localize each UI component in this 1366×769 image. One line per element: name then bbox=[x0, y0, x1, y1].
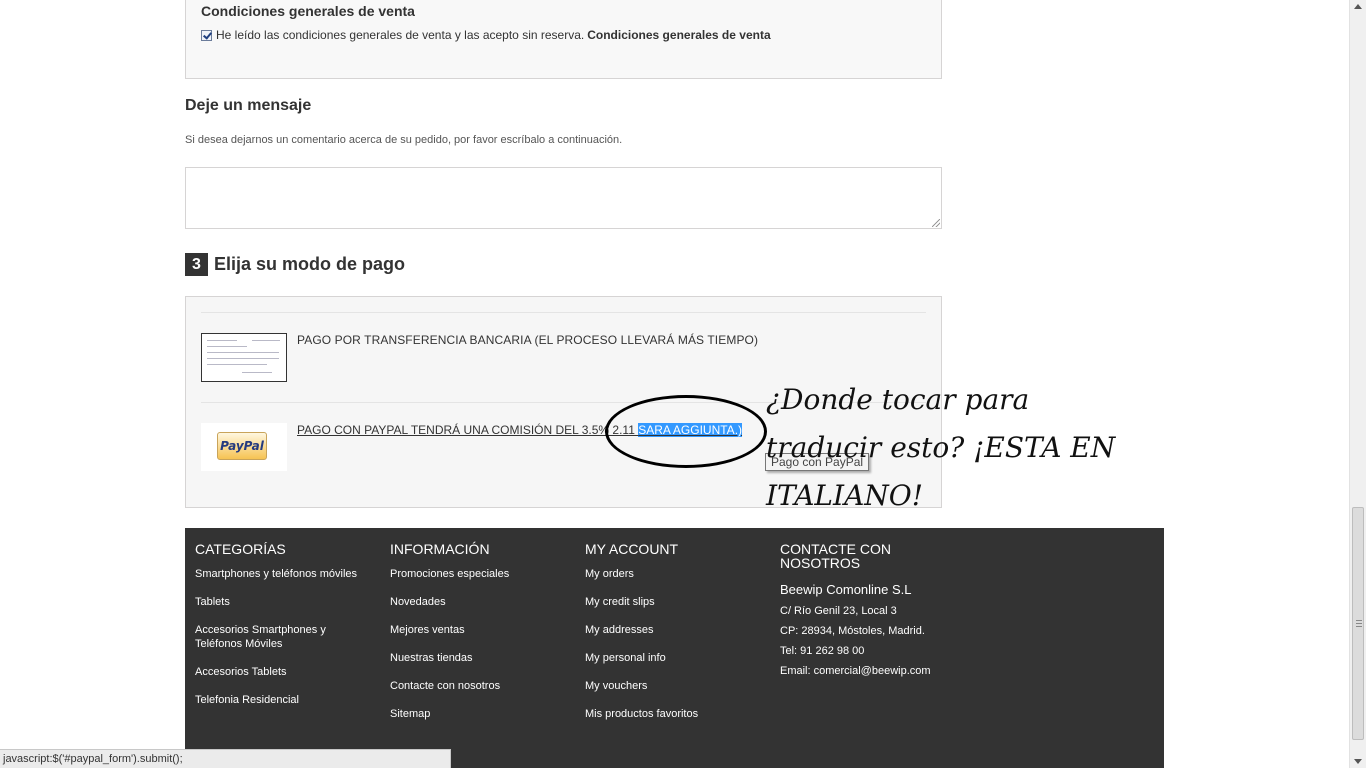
page-scrollbar[interactable] bbox=[1349, 0, 1366, 768]
footer-link[interactable]: Tablets bbox=[195, 595, 375, 609]
footer-account: MY ACCOUNT My orders My credit slips My … bbox=[585, 542, 765, 721]
footer-account-title: MY ACCOUNT bbox=[585, 541, 679, 557]
footer-link[interactable]: My vouchers bbox=[585, 679, 765, 693]
terms-title: Condiciones generales de venta bbox=[201, 3, 415, 19]
resize-grip-icon[interactable] bbox=[932, 219, 940, 227]
footer-categories-title: CATEGORÍAS bbox=[195, 541, 286, 557]
scrollbar-thumb[interactable] bbox=[1352, 507, 1364, 740]
footer-link[interactable]: Telefonia Residencial bbox=[195, 693, 375, 707]
footer-link[interactable]: Mis productos favoritos bbox=[585, 707, 765, 721]
terms-link[interactable]: Condiciones generales de venta bbox=[587, 28, 770, 42]
scroll-down-icon[interactable] bbox=[1354, 759, 1362, 764]
annotation-line-2: traducir esto? ¡ESTA EN bbox=[766, 431, 1116, 464]
footer-phone: Tel: 91 262 98 00 bbox=[780, 645, 865, 657]
terms-box: Condiciones generales de venta He leído … bbox=[185, 0, 942, 79]
message-title: Deje un mensaje bbox=[185, 97, 312, 114]
footer-company: Beewip Comonline S.L bbox=[780, 582, 912, 597]
footer-address: C/ Río Genil 23, Local 3 bbox=[780, 605, 897, 617]
paypal-logo[interactable]: PayPal bbox=[201, 423, 287, 471]
footer-link[interactable]: Sitemap bbox=[390, 707, 570, 721]
annotation-ellipse bbox=[605, 395, 767, 468]
footer: CATEGORÍAS Smartphones y teléfonos móvil… bbox=[185, 528, 1164, 768]
terms-row: He leído las condiciones generales de ve… bbox=[201, 28, 771, 42]
bank-transfer-option[interactable]: PAGO POR TRANSFERENCIA BANCARIA (EL PROC… bbox=[297, 333, 758, 347]
footer-link[interactable]: My personal info bbox=[585, 651, 765, 665]
footer-link[interactable]: Smartphones y teléfonos móviles bbox=[195, 567, 375, 581]
footer-link[interactable]: Accesorios Tablets bbox=[195, 665, 375, 679]
footer-link[interactable]: Promociones especiales bbox=[390, 567, 570, 581]
payment-title: Elija su modo de pago bbox=[214, 254, 406, 274]
footer-postal: CP: 28934, Móstoles, Madrid. bbox=[780, 625, 925, 637]
footer-link[interactable]: Nuestras tiendas bbox=[390, 651, 570, 665]
browser-status-bar: javascript:$('#paypal_form').submit(); bbox=[0, 749, 451, 768]
terms-checkbox[interactable] bbox=[201, 29, 212, 41]
terms-text: He leído las condiciones generales de ve… bbox=[216, 28, 585, 42]
annotation-line-3: ITALIANO! bbox=[766, 479, 924, 512]
bank-transfer-icon[interactable] bbox=[201, 333, 287, 382]
footer-link[interactable]: My orders bbox=[585, 567, 765, 581]
footer-contact: CONTACTE CON NOSOTROS Beewip Comonline S… bbox=[780, 542, 950, 678]
message-textarea[interactable] bbox=[185, 167, 942, 229]
message-description: Si desea dejarnos un comentario acerca d… bbox=[185, 134, 623, 146]
footer-categories: CATEGORÍAS Smartphones y teléfonos móvil… bbox=[195, 542, 375, 707]
footer-contact-title: CONTACTE CON NOSOTROS bbox=[780, 541, 891, 571]
footer-email[interactable]: Email: comercial@beewip.com bbox=[780, 664, 950, 678]
step-number-badge: 3 bbox=[185, 253, 208, 276]
paypal-logo-text: PayPal bbox=[220, 439, 264, 453]
footer-link[interactable]: My addresses bbox=[585, 623, 765, 637]
annotation-note: ¿Donde tocar para traducir esto? ¡ESTA E… bbox=[766, 376, 1146, 520]
footer-link[interactable]: My credit slips bbox=[585, 595, 765, 609]
divider bbox=[201, 312, 926, 313]
scroll-up-icon[interactable] bbox=[1354, 4, 1362, 9]
footer-link[interactable]: Accesorios Smartphones y Teléfonos Móvil… bbox=[195, 623, 345, 651]
footer-link[interactable]: Mejores ventas bbox=[390, 623, 570, 637]
paypal-label-prefix: PAGO CON PAYPAL TENDRÁ UNA COMISIÓN DEL … bbox=[297, 423, 639, 437]
footer-info-title: INFORMACIÓN bbox=[390, 541, 490, 557]
paypal-icon: PayPal bbox=[217, 432, 267, 460]
annotation-line-1: ¿Donde tocar para bbox=[766, 383, 1030, 416]
footer-link[interactable]: Novedades bbox=[390, 595, 570, 609]
footer-link[interactable]: Contacte con nosotros bbox=[390, 679, 570, 693]
footer-info: INFORMACIÓN Promociones especiales Noved… bbox=[390, 542, 570, 721]
